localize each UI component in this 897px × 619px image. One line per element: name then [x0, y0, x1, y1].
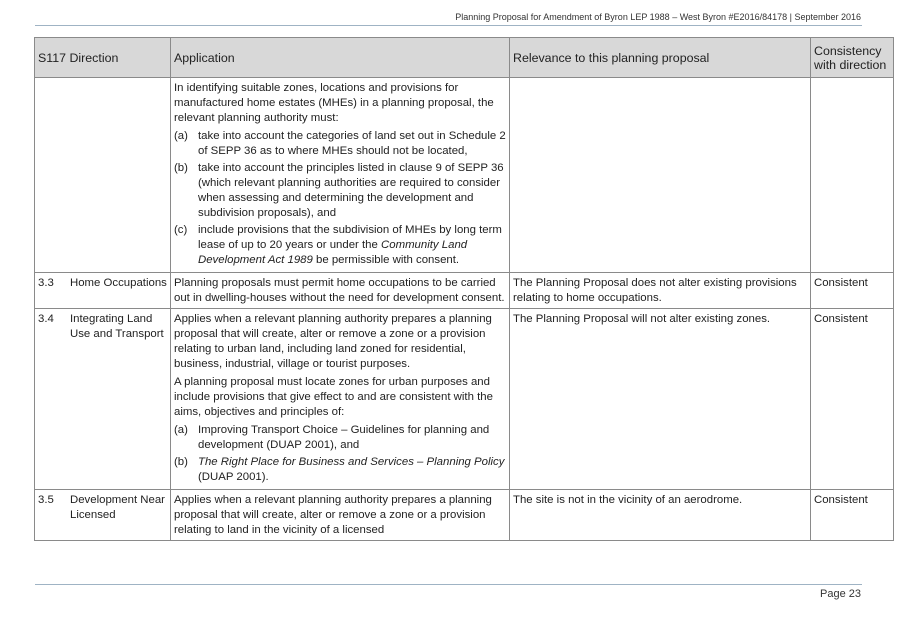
direction-cell: 3.4 Integrating Land Use and Transport — [34, 308, 171, 490]
table-row: 3.3 Home Occupations Planning proposals … — [34, 272, 894, 309]
application-cell: Applies when a relevant planning authori… — [170, 489, 510, 541]
application-cell: Planning proposals must permit home occu… — [170, 272, 510, 309]
list-item: (a) take into account the categories of … — [174, 129, 506, 159]
relevance-cell: The Planning Proposal does not alter exi… — [509, 272, 811, 309]
direction-number: 3.4 — [38, 313, 54, 325]
consistency-cell: Consistent — [810, 489, 894, 541]
column-header-application: Application — [170, 37, 510, 78]
direction-name: Development Near Licensed — [70, 494, 165, 521]
list-item-text: take into account the principles listed … — [198, 162, 504, 219]
list-item: (c) include provisions that the subdivis… — [174, 223, 506, 268]
direction-cell: 3.3 Home Occupations — [34, 272, 171, 309]
application-paragraph: Applies when a relevant planning authori… — [174, 313, 492, 370]
list-item: (b) The Right Place for Business and Ser… — [174, 455, 506, 485]
application-paragraph: A planning proposal must locate zones fo… — [174, 376, 493, 418]
table-row: 3.4 Integrating Land Use and Transport A… — [34, 308, 894, 490]
policy-title: The Right Place for Business and Service… — [198, 456, 505, 468]
direction-cell — [34, 77, 171, 273]
page-header: Planning Proposal for Amendment of Byron… — [455, 12, 861, 22]
header-rule — [35, 25, 862, 26]
page-number: Page 23 — [820, 588, 861, 600]
list-item-label: (a) — [174, 130, 188, 142]
consistency-cell — [810, 77, 894, 273]
application-cell: Applies when a relevant planning authori… — [170, 308, 510, 490]
column-header-consistency: Consistency with direction — [810, 37, 894, 78]
relevance-cell: The Planning Proposal will not alter exi… — [509, 308, 811, 490]
application-cell: In identifying suitable zones, locations… — [170, 77, 510, 273]
column-header-direction: S117 Direction — [34, 37, 171, 78]
relevance-cell: The site is not in the vicinity of an ae… — [509, 489, 811, 541]
list-item-label: (c) — [174, 224, 188, 236]
footer-rule — [35, 584, 862, 585]
s117-directions-table: S117 Direction Application Relevance to … — [34, 37, 894, 541]
list-item-label: (b) — [174, 162, 188, 174]
list-item-label: (b) — [174, 456, 188, 468]
list-item-label: (a) — [174, 424, 188, 436]
consistency-cell: Consistent — [810, 308, 894, 490]
direction-name: Integrating Land Use and Transport — [70, 313, 164, 340]
direction-number: 3.3 — [38, 277, 54, 289]
consistency-cell: Consistent — [810, 272, 894, 309]
direction-cell: 3.5 Development Near Licensed — [34, 489, 171, 541]
direction-number: 3.5 — [38, 494, 54, 506]
list-item-text: Improving Transport Choice – Guidelines … — [198, 424, 490, 451]
direction-name: Home Occupations — [70, 277, 167, 289]
list-item-text: take into account the categories of land… — [198, 130, 506, 157]
column-header-relevance: Relevance to this planning proposal — [509, 37, 811, 78]
list-item: (a) Improving Transport Choice – Guideli… — [174, 423, 506, 453]
list-item-text: The Right Place for Business and Service… — [198, 456, 505, 483]
table-header-row: S117 Direction Application Relevance to … — [34, 37, 894, 78]
table-row: 3.5 Development Near Licensed Applies wh… — [34, 489, 894, 541]
relevance-cell — [509, 77, 811, 273]
application-intro: In identifying suitable zones, locations… — [174, 82, 494, 124]
list-item-text: include provisions that the subdivision … — [198, 224, 502, 266]
table-row: In identifying suitable zones, locations… — [34, 77, 894, 273]
list-item: (b) take into account the principles lis… — [174, 161, 506, 221]
